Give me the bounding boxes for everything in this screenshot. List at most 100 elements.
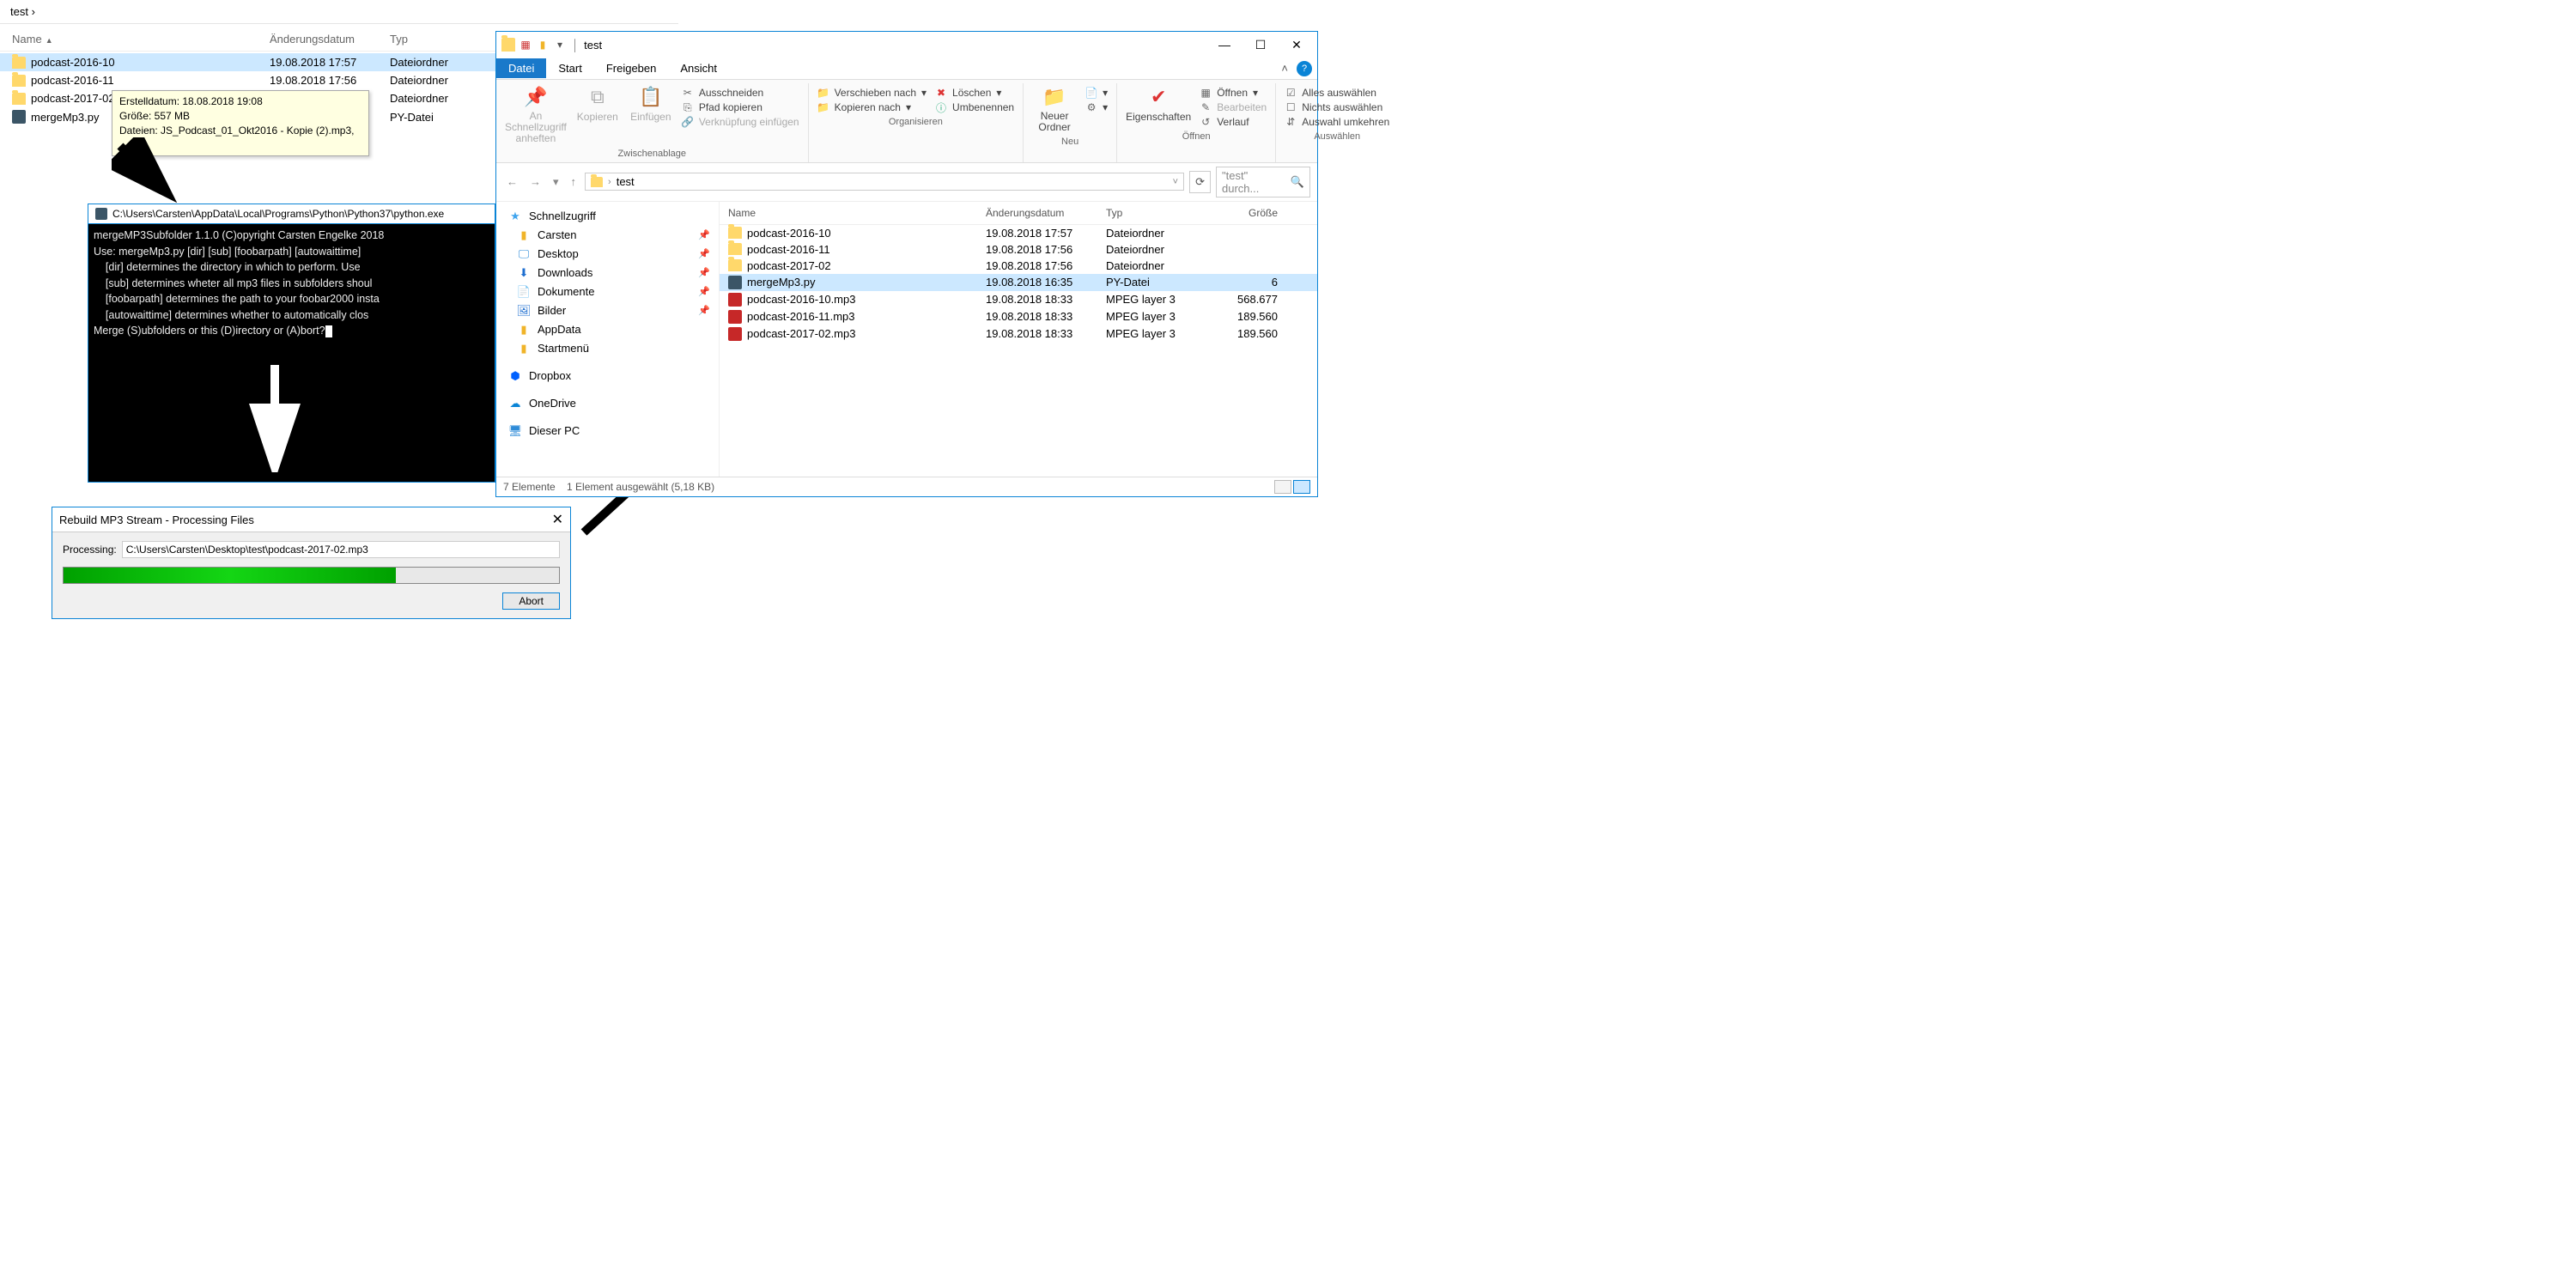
tab-share[interactable]: Freigeben (594, 58, 669, 78)
close-button[interactable]: ✕ (1285, 36, 1309, 53)
group-new-label: Neu (1032, 133, 1108, 149)
tree-quickaccess[interactable]: ★Schnellzugriff (496, 207, 719, 226)
tree-onedrive[interactable]: ☁OneDrive (496, 394, 719, 413)
table-row[interactable]: podcast-2017-02.mp3 19.08.2018 18:33 MPE… (720, 325, 1317, 343)
cut-button[interactable]: ✂Ausschneiden (682, 87, 799, 99)
col-name[interactable]: Name▲ (12, 33, 270, 46)
table-row[interactable]: podcast-2016-11 19.08.2018 17:56 Dateior… (720, 241, 1317, 258)
minimize-button[interactable]: — (1212, 36, 1236, 53)
select-none-button[interactable]: ☐Nichts auswählen (1285, 101, 1389, 113)
col-type[interactable]: Typ (390, 33, 493, 46)
edit-icon: ✎ (1200, 101, 1212, 113)
invert-icon: ⇵ (1285, 116, 1297, 128)
properties-icon[interactable]: ▦ (519, 38, 532, 52)
tab-file[interactable]: Datei (496, 58, 546, 78)
processing-path: C:\Users\Carsten\Desktop\test\podcast-20… (122, 541, 560, 558)
back-button[interactable]: ← (503, 173, 521, 190)
new-folder-button[interactable]: 📁 Neuer Ordner (1032, 85, 1077, 133)
help-icon[interactable]: ? (1297, 61, 1312, 76)
console-output[interactable]: mergeMP3Subfolder 1.1.0 (C)opyright Cars… (88, 224, 495, 482)
delete-button[interactable]: ✖Löschen▾ (935, 87, 1014, 99)
tab-start[interactable]: Start (546, 58, 593, 78)
move-to-button[interactable]: 📁Verschieben nach▾ (817, 87, 927, 99)
list-header: Name Änderungsdatum Typ Größe (720, 202, 1317, 225)
abort-button[interactable]: Abort (502, 592, 560, 610)
edit-button[interactable]: ✎Bearbeiten (1200, 101, 1267, 113)
navigation-tree[interactable]: ★Schnellzugriff ▮Carsten📌 🖵Desktop📌 ⬇Dow… (496, 202, 720, 477)
tree-item[interactable]: 🖼Bilder📌 (496, 301, 719, 320)
selection-info: 1 Element ausgewählt (5,18 KB) (567, 481, 714, 493)
table-row[interactable]: mergeMp3.py 19.08.2018 16:35 PY-Datei 6 (720, 274, 1317, 291)
maximize-button[interactable]: ☐ (1249, 36, 1273, 53)
properties-button[interactable]: ✔ Eigenschaften (1126, 85, 1191, 123)
view-details-button[interactable] (1293, 480, 1310, 494)
col-name[interactable]: Name (728, 207, 986, 219)
progress-titlebar[interactable]: Rebuild MP3 Stream - Processing Files ✕ (52, 507, 570, 532)
copy-to-button[interactable]: 📁Kopieren nach▾ (817, 101, 927, 113)
forward-button[interactable]: → (526, 173, 544, 190)
chevron-down-icon[interactable]: ▾ (553, 38, 567, 52)
tab-view[interactable]: Ansicht (668, 58, 729, 78)
copyto-icon: 📁 (817, 101, 829, 113)
col-type[interactable]: Typ (1106, 207, 1218, 219)
tree-dropbox[interactable]: ⬢Dropbox (496, 367, 719, 386)
copy-button[interactable]: ⧉ Kopieren (575, 85, 620, 123)
recent-dropdown[interactable]: ▾ (550, 173, 562, 191)
table-row[interactable]: podcast-2016-10 19.08.2018 17:57 Dateior… (720, 225, 1317, 241)
col-date[interactable]: Änderungsdatum (270, 33, 390, 46)
table-row[interactable]: podcast-2016-11.mp3 19.08.2018 18:33 MPE… (720, 308, 1317, 325)
delete-icon: ✖ (935, 87, 947, 99)
folder-icon (591, 177, 603, 187)
close-icon[interactable]: ✕ (552, 511, 563, 528)
explorer-titlebar[interactable]: ▦ ▮ ▾ │ test — ☐ ✕ (496, 32, 1317, 58)
selectnone-icon: ☐ (1285, 101, 1297, 113)
pin-quickaccess-button[interactable]: 📌 An Schnellzugriff anheften (505, 85, 567, 145)
up-button[interactable]: ↑ (568, 173, 580, 190)
address-segment[interactable]: test (617, 175, 635, 188)
tree-item[interactable]: ▮Startmenü (496, 339, 719, 358)
address-bar-row: ← → ▾ ↑ › test ˅ ⟳ "test" durch... 🔍 (496, 163, 1317, 202)
paste-button[interactable]: 📋 Einfügen (629, 85, 673, 123)
search-icon: 🔍 (1291, 175, 1304, 189)
history-button[interactable]: ↺Verlauf (1200, 116, 1267, 128)
easy-access-button[interactable]: ⚙▾ (1085, 101, 1108, 113)
tree-thispc[interactable]: 🖥Dieser PC (496, 422, 719, 440)
table-row[interactable]: podcast-2016-10.mp3 19.08.2018 18:33 MPE… (720, 291, 1317, 308)
tree-item[interactable]: 🖵Desktop📌 (496, 245, 719, 264)
breadcrumb[interactable]: test › (0, 0, 678, 24)
folder-icon: ▮ (517, 228, 531, 242)
easy-access-icon: ⚙ (1085, 101, 1097, 113)
file-list[interactable]: Name Änderungsdatum Typ Größe podcast-20… (720, 202, 1317, 477)
console-titlebar[interactable]: C:\Users\Carsten\AppData\Local\Programs\… (88, 204, 495, 224)
open-button[interactable]: ▦Öffnen▾ (1200, 87, 1267, 99)
new-item-icon: 📄 (1085, 87, 1097, 99)
address-bar[interactable]: › test ˅ (585, 173, 1184, 191)
paste-link-button[interactable]: 🔗Verknüpfung einfügen (682, 116, 799, 128)
tree-item[interactable]: 📄Dokumente📌 (496, 283, 719, 301)
tree-item[interactable]: ▮Carsten📌 (496, 226, 719, 245)
status-bar: 7 Elemente 1 Element ausgewählt (5,18 KB… (496, 477, 1317, 496)
folder-tooltip: Erstelldatum: 18.08.2018 19:08 Größe: 55… (112, 90, 369, 156)
copy-path-button[interactable]: ⎘Pfad kopieren (682, 101, 799, 113)
refresh-button[interactable]: ⟳ (1189, 171, 1211, 193)
onedrive-icon: ☁ (508, 397, 522, 410)
pin-icon: 📌 (698, 248, 710, 259)
table-row[interactable]: podcast-2017-02 19.08.2018 17:56 Dateior… (720, 258, 1317, 274)
desktop-icon: 🖵 (517, 247, 531, 261)
rename-button[interactable]: ⓘUmbenennen (935, 101, 1014, 113)
select-all-button[interactable]: ☑Alles auswählen (1285, 87, 1389, 99)
col-size[interactable]: Größe (1218, 207, 1278, 219)
tree-item[interactable]: ▮AppData (496, 320, 719, 339)
new-item-button[interactable]: 📄▾ (1085, 87, 1108, 99)
chevron-down-icon[interactable]: ˅ (1173, 177, 1178, 187)
folder-icon (12, 57, 26, 69)
sort-asc-icon: ▲ (46, 36, 53, 45)
collapse-ribbon-icon[interactable]: ˄ (1273, 62, 1297, 75)
chevron-down-icon: ▾ (921, 87, 927, 99)
search-input[interactable]: "test" durch... 🔍 (1216, 167, 1310, 197)
view-thumbnails-button[interactable] (1274, 480, 1291, 494)
invert-selection-button[interactable]: ⇵Auswahl umkehren (1285, 116, 1389, 128)
new-folder-icon[interactable]: ▮ (536, 38, 550, 52)
col-date[interactable]: Änderungsdatum (986, 207, 1106, 219)
tree-item[interactable]: ⬇Downloads📌 (496, 264, 719, 283)
